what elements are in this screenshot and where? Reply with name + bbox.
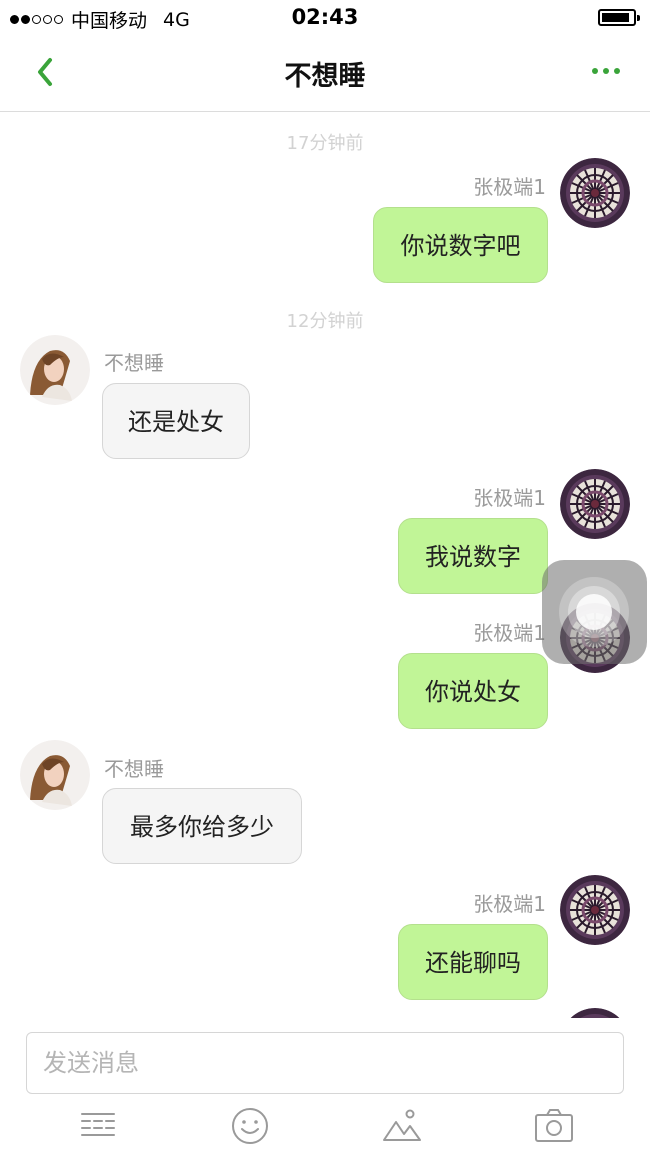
girl-avatar-icon [20,335,90,405]
more-options-button[interactable] [584,56,628,86]
timestamp: 12分钟前 [286,311,364,332]
dartboard-avatar-icon [560,158,630,228]
camera-icon[interactable] [532,1104,576,1148]
message-bubble-outgoing[interactable]: 我说数字 [398,518,548,594]
sender-name: 张极端1 [473,175,546,199]
message-bubble-incoming[interactable]: 还是处女 [102,383,250,459]
image-icon[interactable] [380,1104,424,1148]
dartboard-avatar-icon [560,1008,630,1018]
more-dot-icon [603,68,609,74]
sender-name: 张极端1 [473,892,546,916]
contact-avatar[interactable] [20,740,90,810]
dartboard-avatar-icon [560,469,630,539]
menu-icon[interactable] [76,1104,120,1148]
page-title: 不想睡 [284,61,366,92]
more-dot-icon [592,68,598,74]
battery-icon [598,9,640,26]
emoji-icon[interactable] [228,1104,272,1148]
sender-avatar[interactable] [560,158,630,228]
sender-name: 张极端1 [473,486,546,510]
dartboard-avatar-icon [560,875,630,945]
message-bubble-outgoing[interactable]: 你说数字吧 [373,207,548,283]
message-bubble-outgoing[interactable]: 你说处女 [398,653,548,729]
sender-name: 不想睡 [104,757,164,781]
sender-name: 不想睡 [104,351,164,375]
sender-avatar[interactable] [560,469,630,539]
assistive-touch-button[interactable] [542,560,647,664]
sender-name: 张极端1 [473,621,546,645]
girl-avatar-icon [20,740,90,810]
input-bar [0,1018,650,1155]
status-time: 02:43 [291,5,359,29]
message-bubble-outgoing[interactable]: 还能聊吗 [398,924,548,1000]
sender-avatar[interactable] [560,1008,630,1018]
message-input[interactable] [26,1032,624,1094]
status-bar: 中国移动 4G 02:43 [0,0,650,36]
sender-avatar[interactable] [560,875,630,945]
contact-avatar[interactable] [20,335,90,405]
nav-bar: 不想睡 [0,36,650,112]
more-dot-icon [614,68,620,74]
message-bubble-incoming[interactable]: 最多你给多少 [102,788,302,864]
timestamp: 17分钟前 [286,133,364,154]
